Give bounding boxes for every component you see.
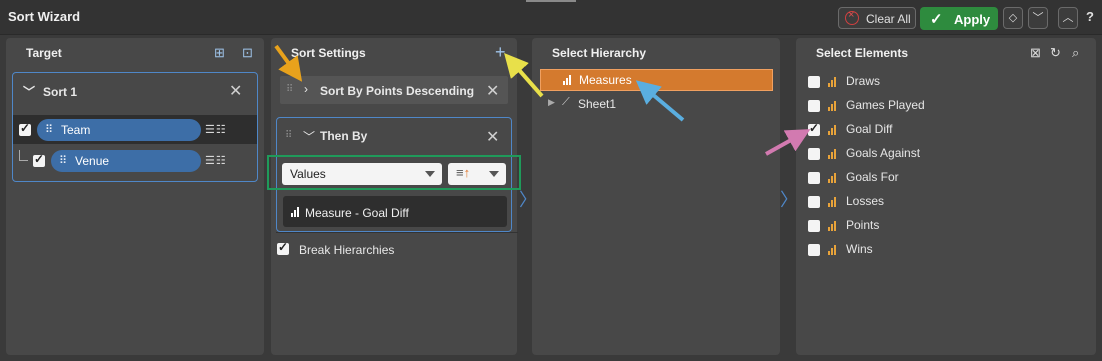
chevron-down-icon[interactable]: ﹀ — [303, 128, 315, 145]
apply-label: Apply — [954, 12, 991, 27]
element-checkbox[interactable] — [808, 244, 820, 256]
element-label: Goal Diff — [846, 122, 893, 136]
chevron-down-icon: ﹀ — [1032, 12, 1044, 24]
element-label: Games Played — [846, 98, 925, 112]
sort-ascending-icon: ≡↑ — [456, 165, 471, 180]
expand-icon[interactable]: ▶ — [548, 97, 555, 108]
window-titlebar: Sort Wizard Clear All ✓ Apply ◇ ﹀ ︿ ? — [0, 0, 1102, 35]
clear-all-label: Clear All — [866, 12, 911, 26]
measure-icon — [828, 149, 838, 159]
clear-icon — [845, 9, 859, 25]
remove-rule-icon[interactable]: ✕ — [486, 81, 499, 101]
chevron-down-icon: ﹀ — [23, 85, 36, 99]
measure-icon — [828, 125, 838, 135]
venue-checkbox[interactable] — [33, 152, 45, 167]
grip-icon: ⠿ — [59, 155, 67, 167]
remove-then-by-icon[interactable]: ✕ — [486, 127, 499, 147]
chevron-up-icon: ︿ — [1062, 12, 1074, 24]
element-checkbox[interactable] — [808, 196, 820, 208]
field-row-team: ⠿ Team ☰☷ — [13, 115, 257, 144]
measure-icon — [563, 75, 573, 85]
element-label: Losses — [846, 194, 885, 208]
clear-selection-icon[interactable]: ⊠ — [1030, 45, 1041, 61]
sort-rule-label: Sort By Points Descending — [320, 84, 475, 98]
refresh-icon[interactable]: ↻ — [1050, 45, 1061, 61]
element-checkbox[interactable] — [808, 100, 820, 112]
element-checkbox[interactable] — [808, 172, 820, 184]
measure-label: Measure - Goal Diff — [305, 206, 409, 220]
measure-icon — [828, 173, 838, 183]
check-icon: ✓ — [930, 11, 943, 28]
divider — [276, 232, 518, 233]
sort-source-select[interactable]: Values — [282, 163, 442, 185]
target-title: Target — [26, 46, 62, 60]
add-icon[interactable]: + — [495, 42, 506, 63]
team-pill[interactable]: ⠿ Team — [37, 119, 201, 141]
break-hierarchies-label: Break Hierarchies — [299, 243, 395, 257]
dropdown-caret-icon — [425, 171, 435, 177]
measure-icon — [828, 221, 838, 231]
measure-chip[interactable]: Measure - Goal Diff — [283, 196, 507, 227]
measure-icon — [828, 245, 838, 255]
element-label: Goals For — [846, 170, 899, 184]
collapse-down-button[interactable]: ﹀ — [1028, 7, 1048, 29]
break-hierarchies-checkbox[interactable] — [277, 240, 289, 255]
diamond-icon: ◇ — [1008, 12, 1018, 24]
element-label: Draws — [846, 74, 881, 88]
window-title: Sort Wizard — [8, 9, 81, 24]
measure-icon — [828, 77, 838, 87]
chevron-right-icon: › — [304, 82, 308, 96]
hierarchy-title: Select Hierarchy — [552, 46, 647, 60]
element-label: Wins — [846, 242, 873, 256]
close-sort-icon[interactable]: ✕ — [229, 81, 242, 101]
grip-icon: ⠿ — [45, 124, 53, 136]
element-label: Goals Against — [846, 146, 921, 160]
team-checkbox[interactable] — [19, 121, 31, 136]
target-panel: Target ⊞ ⊡ ﹀ Sort 1 ✕ ⠿ Team ☰☷ ⠿ Venue ☰… — [6, 38, 264, 355]
sort-options-icon[interactable]: ☰☷ — [205, 154, 227, 167]
apply-button[interactable]: ✓ Apply — [920, 7, 998, 30]
sort-1-header[interactable]: ﹀ Sort 1 — [23, 83, 77, 100]
hierarchy-item-measures[interactable]: Measures — [540, 69, 773, 91]
measure-icon — [828, 197, 838, 207]
element-label: Points — [846, 218, 880, 232]
sort-1-box: ﹀ Sort 1 ✕ ⠿ Team ☰☷ ⠿ Venue ☰☷ — [12, 72, 258, 182]
elements-title: Select Elements — [816, 46, 909, 60]
sort-rule-row[interactable]: ⠿ › Sort By Points Descending ✕ — [280, 76, 508, 104]
sort-source-value: Values — [290, 167, 326, 181]
team-label: Team — [61, 123, 91, 137]
drag-handle[interactable] — [526, 0, 576, 2]
measure-icon — [291, 207, 301, 217]
add-level-icon[interactable]: ⊡ — [242, 45, 253, 61]
clear-all-button[interactable]: Clear All — [838, 7, 916, 29]
dropdown-caret-icon — [489, 171, 499, 177]
drag-handle-icon: ⠿ — [285, 130, 292, 141]
add-sort-icon[interactable]: ⊞ — [214, 45, 225, 61]
field-row-venue: ⠿ Venue ☰☷ — [13, 146, 257, 175]
measure-icon — [828, 101, 838, 111]
sort-options-icon[interactable]: ☰☷ — [205, 123, 227, 136]
collapse-up-button[interactable]: ︿ — [1058, 7, 1078, 29]
elements-panel: Select Elements ⊠ ↻ ⌕ — [796, 38, 1096, 355]
venue-pill[interactable]: ⠿ Venue — [51, 150, 201, 172]
sort-settings-title: Sort Settings — [291, 46, 366, 60]
then-by-label: Then By — [320, 129, 368, 143]
element-checkbox[interactable] — [808, 76, 820, 88]
element-checkbox[interactable] — [808, 148, 820, 160]
help-button[interactable]: ? — [1086, 9, 1094, 24]
tree-connector — [19, 150, 28, 161]
sort-direction-select[interactable]: ≡↑ — [448, 163, 506, 185]
measures-label: Measures — [579, 73, 632, 87]
sort-1-label: Sort 1 — [43, 85, 78, 99]
diamond-button[interactable]: ◇ — [1003, 7, 1023, 29]
search-icon[interactable]: ⌕ — [1072, 45, 1079, 61]
drag-handle-icon: ⠿ — [286, 84, 293, 95]
element-checkbox[interactable] — [808, 121, 820, 136]
sheet1-label: Sheet1 — [578, 97, 617, 111]
hierarchy-item-sheet1[interactable]: ▶ ⟋ Sheet1 — [540, 94, 773, 114]
element-checkbox[interactable] — [808, 220, 820, 232]
venue-label: Venue — [75, 154, 110, 168]
hierarchy-icon: ⟋ — [562, 96, 570, 108]
